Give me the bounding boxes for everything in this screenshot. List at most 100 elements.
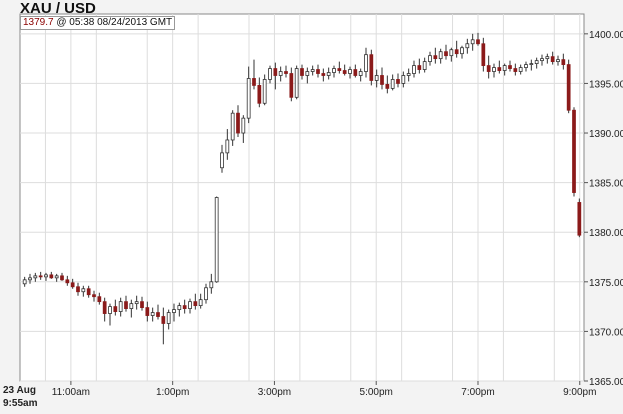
candle-body (278, 71, 283, 76)
candle-body (65, 279, 70, 284)
candle-body (76, 286, 80, 293)
chart-frame: 1365.00 1370.00 1375.00 1380.00 1385.00 1390.… (0, 0, 623, 414)
candle-body (97, 296, 102, 303)
candle-body (310, 69, 315, 72)
y-tick-label: 1370.00 (589, 327, 623, 338)
x-tick-label: 11:00am (52, 387, 90, 398)
candle-body (198, 299, 203, 307)
candle-body (476, 39, 480, 45)
candle-body (81, 288, 86, 293)
candle-body (124, 301, 128, 309)
candle-body (214, 197, 219, 283)
candle-body (497, 67, 502, 71)
candle-body (182, 305, 187, 309)
candle-body (412, 65, 416, 74)
quote-box: 1379.7 @ 05:38 08/24/2013 GMT (20, 16, 176, 30)
candle-body (534, 60, 539, 64)
candle-body (22, 279, 27, 285)
x-tick-label: 9:00pm (563, 387, 596, 398)
candle-body (358, 71, 363, 76)
candle-body (246, 78, 251, 119)
candle-body (145, 307, 150, 316)
candle-body (460, 47, 464, 55)
candle-body (225, 139, 230, 154)
candle-body (156, 312, 160, 317)
quote-time: @ 05:38 08/24/2013 GMT (56, 17, 173, 28)
candle-body (524, 64, 528, 68)
x-axis: 11:00am 1:00pm 3:00pm 5:00pm 7:00pm 9:00pm (52, 381, 596, 398)
candle-body (385, 84, 390, 89)
candle-body (374, 75, 379, 81)
candle-body (161, 316, 166, 324)
candle-body (428, 55, 432, 63)
candle-body (321, 73, 326, 76)
candle-body (262, 79, 267, 104)
candle-body (556, 59, 560, 63)
candle-body (465, 43, 470, 49)
candle-body (364, 54, 368, 72)
candle-body (134, 301, 139, 305)
y-tick-label: 1385.00 (589, 179, 623, 190)
candle-body (502, 65, 507, 71)
chart-title: XAU / USD (20, 0, 96, 17)
candle-body (49, 274, 54, 279)
candle-body (326, 72, 331, 76)
x-tick-label: 5:00pm (360, 387, 393, 398)
candle-body (70, 282, 75, 288)
candle-body (353, 69, 358, 76)
candle-body (188, 301, 192, 309)
candle-body (438, 51, 443, 60)
x-tick-label: 1:00pm (156, 387, 189, 398)
candle-body (566, 64, 571, 111)
candle-body (54, 275, 59, 279)
candle-body (492, 67, 496, 72)
candle-body (241, 117, 246, 134)
candle-body (470, 39, 475, 45)
candle-body (108, 306, 112, 314)
y-tick-label: 1400.00 (589, 30, 623, 41)
candle-body (166, 312, 171, 324)
candle-body (454, 49, 459, 55)
candle-body (33, 275, 38, 279)
x-tick-label: 7:00pm (461, 387, 494, 398)
candle-body (406, 73, 411, 76)
candle-body (150, 312, 155, 316)
y-tick-label: 1395.00 (589, 79, 623, 90)
candle-body (380, 75, 384, 85)
candle-body (172, 309, 176, 313)
candle-body (38, 275, 43, 278)
candle-body (545, 56, 550, 60)
candle-body (518, 67, 523, 72)
candlestick-chart: 1365.001370.001375.001380.001385.001390.… (3, 13, 623, 409)
candle-body (44, 274, 48, 278)
candle-body (113, 306, 118, 312)
candle-body (561, 59, 566, 65)
candle-body (289, 73, 294, 98)
candle-body (572, 109, 576, 193)
candle-body (332, 68, 336, 73)
candle-body (577, 202, 582, 236)
candle-body (294, 68, 299, 98)
x-tick-label: 3:00pm (258, 387, 291, 398)
candle-body (220, 152, 224, 169)
candle-body (390, 79, 395, 89)
date-label-day: 23 Aug (3, 385, 36, 396)
candle-body (193, 301, 198, 307)
candle-body (396, 79, 400, 84)
candle-body (268, 68, 272, 80)
y-tick-label: 1380.00 (589, 228, 623, 239)
candle-body (513, 68, 518, 72)
candle-body (252, 78, 256, 86)
candle-body (102, 301, 107, 314)
candle-body (550, 56, 555, 63)
candle-body (300, 68, 304, 76)
candle-body (401, 75, 406, 84)
candle-body (540, 58, 544, 62)
candle-body (508, 65, 512, 69)
candle-body (422, 61, 427, 70)
candle-body (481, 43, 486, 66)
y-tick-label: 1390.00 (589, 129, 623, 140)
y-tick-label: 1375.00 (589, 278, 623, 289)
candle-body (140, 301, 144, 309)
candle-body (369, 54, 374, 81)
